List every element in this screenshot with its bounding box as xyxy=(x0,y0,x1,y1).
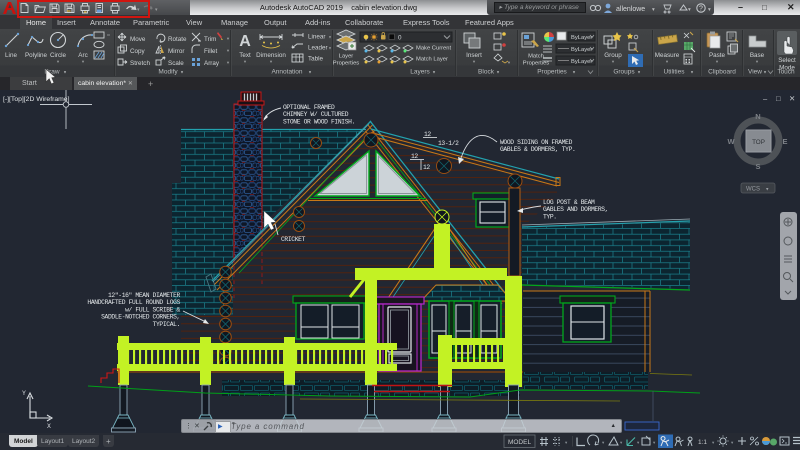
svg-text:Linear: Linear xyxy=(308,34,326,41)
svg-text:TOP: TOP xyxy=(752,139,765,146)
svg-text:▾: ▾ xyxy=(155,7,158,13)
svg-text:▾: ▾ xyxy=(653,440,656,445)
svg-text:▾: ▾ xyxy=(712,440,715,445)
svg-text:ByLayer: ByLayer xyxy=(571,59,592,65)
svg-text:▾: ▾ xyxy=(612,59,615,64)
svg-text:Properties: Properties xyxy=(537,69,567,76)
svg-text:Layer: Layer xyxy=(339,54,354,60)
svg-text:W: W xyxy=(727,137,735,146)
svg-text:Match Layer: Match Layer xyxy=(416,57,448,63)
svg-text:Touch: Touch xyxy=(777,69,795,76)
svg-text:Block: Block xyxy=(478,69,495,76)
svg-text:0: 0 xyxy=(398,35,402,42)
svg-text:▾: ▾ xyxy=(708,7,711,13)
svg-text:Utilities: Utilities xyxy=(664,69,686,76)
svg-text:?: ? xyxy=(699,6,703,13)
svg-text:Y: Y xyxy=(22,390,26,397)
svg-text:▾: ▾ xyxy=(329,35,332,40)
svg-text:▾: ▾ xyxy=(82,59,85,64)
svg-text:Make Current: Make Current xyxy=(416,46,452,52)
svg-text:12: 12 xyxy=(424,131,431,138)
svg-text:▾: ▾ xyxy=(57,59,60,64)
svg-text:Rotate: Rotate xyxy=(168,36,187,43)
svg-text:CRICKET: CRICKET xyxy=(281,236,306,243)
svg-text:Polyline: Polyline xyxy=(25,52,48,59)
svg-text:✕: ✕ xyxy=(789,94,795,103)
svg-text:▾: ▾ xyxy=(666,59,669,64)
svg-text:Table: Table xyxy=(308,56,324,63)
svg-text:▾: ▾ xyxy=(227,60,230,65)
svg-text:▾: ▾ xyxy=(620,440,623,445)
svg-text:12: 12 xyxy=(423,164,430,171)
svg-text:▾: ▾ xyxy=(227,36,230,41)
svg-text:MODEL: MODEL xyxy=(508,439,532,446)
svg-text:Trim: Trim xyxy=(204,36,216,43)
svg-text:Insert: Insert xyxy=(466,52,482,59)
svg-text:13-1/2: 13-1/2 xyxy=(438,140,459,147)
svg-text:Match: Match xyxy=(528,54,544,60)
svg-text:Annotation: Annotation xyxy=(271,69,302,76)
svg-text:▾: ▾ xyxy=(244,59,247,64)
svg-text:[-][Top][2D Wireframe]: [-][Top][2D Wireframe] xyxy=(3,96,70,103)
svg-text:Select: Select xyxy=(778,57,796,64)
svg-text:▾: ▾ xyxy=(652,7,655,13)
svg-text:▾: ▾ xyxy=(716,59,719,64)
svg-text:E: E xyxy=(782,137,787,146)
svg-text:N: N xyxy=(755,112,760,121)
svg-text:▾: ▾ xyxy=(473,59,476,64)
svg-text:Stretch: Stretch xyxy=(130,60,150,67)
svg-text:ByLayer: ByLayer xyxy=(571,47,592,53)
svg-text:Clipboard: Clipboard xyxy=(708,69,736,76)
svg-text:Array: Array xyxy=(204,60,220,67)
svg-text:View: View xyxy=(748,69,762,76)
svg-text:Mirror: Mirror xyxy=(168,48,184,55)
svg-text:▾: ▾ xyxy=(602,440,605,445)
svg-text:allenlowe: allenlowe xyxy=(616,6,645,13)
svg-text:▾: ▾ xyxy=(688,7,691,13)
svg-text:S: S xyxy=(755,162,760,171)
svg-text:▾: ▾ xyxy=(637,440,640,445)
svg-text:Groups: Groups xyxy=(613,69,635,76)
svg-text:Scale: Scale xyxy=(168,60,184,67)
svg-text:Text: Text xyxy=(239,52,251,59)
svg-text:▾: ▾ xyxy=(227,48,230,53)
svg-text:Properties: Properties xyxy=(333,61,360,67)
svg-text:Fillet: Fillet xyxy=(204,48,218,55)
svg-text:▾: ▾ xyxy=(731,440,734,445)
svg-text:Move: Move xyxy=(130,36,146,43)
svg-text:X: X xyxy=(47,423,51,430)
svg-text:A: A xyxy=(239,33,251,50)
svg-text:1:1: 1:1 xyxy=(698,439,707,446)
svg-text:▾: ▾ xyxy=(508,60,511,65)
svg-text:Dimension: Dimension xyxy=(256,52,286,59)
svg-text:▾: ▾ xyxy=(565,440,568,445)
svg-text:Arc: Arc xyxy=(78,52,87,59)
svg-text:WOOD SIDING ON FRAMEDGABLES &: WOOD SIDING ON FRAMEDGABLES & DORMERS, T… xyxy=(500,139,575,153)
svg-text:Circle: Circle xyxy=(50,52,67,59)
svg-text:▾: ▾ xyxy=(756,59,759,64)
svg-text:Modify: Modify xyxy=(158,69,178,76)
svg-text:Leader: Leader xyxy=(308,45,328,52)
svg-text:▾: ▾ xyxy=(329,46,332,51)
svg-text:Group: Group xyxy=(604,52,622,59)
svg-text:▾: ▾ xyxy=(270,59,273,64)
svg-text:Base: Base xyxy=(750,52,765,59)
svg-text:Paste: Paste xyxy=(709,52,726,59)
svg-text:12: 12 xyxy=(411,153,418,160)
svg-text:Line: Line xyxy=(5,52,17,59)
svg-text:Measure: Measure xyxy=(655,52,680,59)
svg-text:WCS: WCS xyxy=(746,187,760,193)
svg-text:ByLayer: ByLayer xyxy=(571,35,592,41)
svg-text:□: □ xyxy=(776,94,781,103)
svg-text:Layers: Layers xyxy=(410,69,430,76)
svg-text:Copy: Copy xyxy=(130,48,146,55)
